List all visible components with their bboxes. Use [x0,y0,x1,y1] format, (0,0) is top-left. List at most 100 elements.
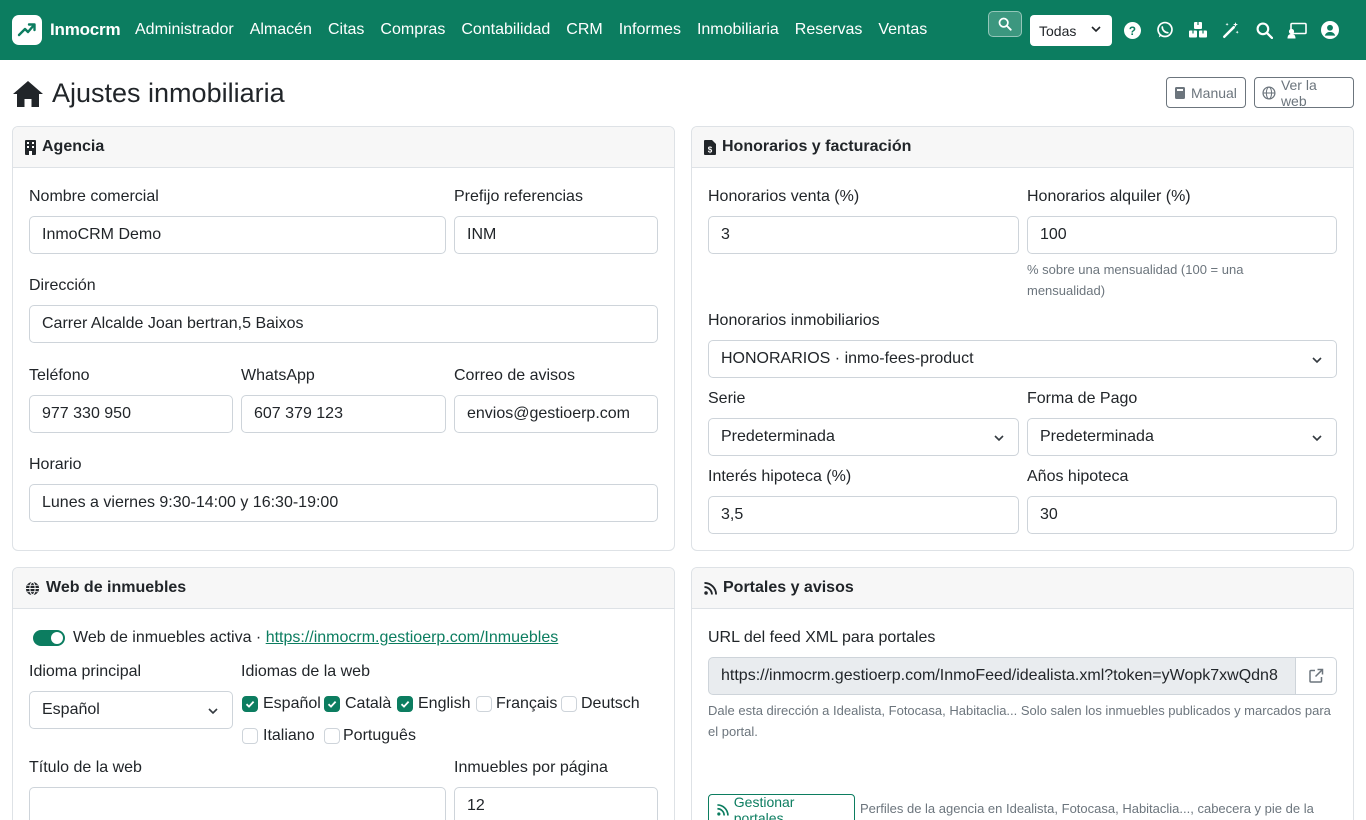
nav-administrador[interactable]: Administrador [127,21,242,39]
venta-value: 3 [721,226,730,243]
honorarios-card: $ Honorarios y facturación Honorarios ve… [691,126,1354,551]
invoice-dollar-icon: $ [704,139,716,155]
lang-ca-checkbox[interactable] [324,696,340,712]
chevron-down-icon [994,435,1004,442]
web-url-link[interactable]: https://inmocrm.gestioerp.com/Inmuebles [266,629,559,646]
nav-crm[interactable]: CRM [558,21,610,39]
lang-de-checkbox[interactable] [561,696,577,712]
prefijo-input[interactable]: INM [454,216,658,254]
nav-compras[interactable]: Compras [372,21,453,39]
venta-input[interactable]: 3 [708,216,1019,254]
idioma-label: Idioma principal [29,663,142,680]
feed-url-input[interactable]: https://inmocrm.gestioerp.com/InmoFeed/i… [708,657,1296,695]
nombre-value: InmoCRM Demo [42,226,162,243]
titulo-web-input[interactable] [29,787,446,820]
lang-en-checkbox[interactable] [397,696,413,712]
serie-label: Serie [708,390,746,407]
magic-wand-icon[interactable] [1221,20,1241,40]
main-menu: Administrador Almacén Citas Compras Cont… [127,0,935,60]
idiomas-label: Idiomas de la web [241,663,370,680]
lang-pt-checkbox[interactable] [324,728,340,744]
lang-pt-label: Português [343,727,416,744]
alquiler-help: % sobre una mensualidad (100 = una mensu… [1027,262,1244,298]
correo-label: Correo de avisos [454,367,575,384]
correo-input[interactable]: envios@gestioerp.com [454,395,658,433]
manual-label: Manual [1191,84,1237,101]
book-icon [1175,86,1185,99]
web-card: Web de inmuebles Web de inmuebles activa… [12,567,675,820]
nav-ventas[interactable]: Ventas [870,21,935,39]
lang-fr-checkbox[interactable] [476,696,492,712]
lang-it-label: Italiano [263,727,315,744]
nav-almacen[interactable]: Almacén [242,21,320,39]
user-circle-icon[interactable] [1320,20,1340,40]
boxes-icon[interactable] [1188,20,1208,40]
forma-pago-value: Predeterminada [1040,428,1154,445]
direccion-value: Carrer Alcalde Joan bertran,5 Baixos [42,315,304,332]
honorarios-card-header: $ Honorarios y facturación [692,127,1353,168]
nav-informes[interactable]: Informes [611,21,689,39]
external-link-icon [1309,668,1324,683]
nombre-input[interactable]: InmoCRM Demo [29,216,446,254]
alquiler-label: Honorarios alquiler (%) [1027,188,1191,205]
company-select-value: Todas [1039,22,1077,39]
check-icon [327,700,337,708]
svg-text:?: ? [1128,24,1135,37]
view-web-label: Ver la web [1280,76,1317,109]
interes-input[interactable]: 3,5 [708,496,1019,534]
feed-label: URL del feed XML para portales [708,629,936,646]
manual-button[interactable]: Manual [1166,77,1246,108]
nombre-label: Nombre comercial [29,188,159,205]
web-active-label: Web de inmuebles activa [73,629,252,646]
direccion-input[interactable]: Carrer Alcalde Joan bertran,5 Baixos [29,305,658,343]
check-icon [400,700,410,708]
trend-up-icon [12,15,42,45]
portales-card: Portales y avisos URL del feed XML para … [691,567,1354,820]
manage-portals-button[interactable]: Gestionar portales [708,794,855,820]
anos-label: Años hipoteca [1027,468,1129,485]
idioma-select[interactable]: Español [29,691,233,729]
lang-it-checkbox[interactable] [242,728,258,744]
whatsapp-icon[interactable] [1155,20,1175,40]
telefono-input[interactable]: 977 330 950 [29,395,233,433]
company-select[interactable]: Todas [1030,15,1112,46]
chevron-down-icon [1312,357,1322,364]
nav-inmobiliaria[interactable]: Inmobiliaria [689,21,787,39]
por-pagina-input[interactable]: 12 [454,787,658,820]
nav-reservas[interactable]: Reservas [787,21,871,39]
alquiler-input[interactable]: 100 [1027,216,1337,254]
telefono-label: Teléfono [29,367,90,384]
producto-select[interactable]: HONORARIOS · inmo-fees-product [708,340,1337,378]
lang-en-label: English [418,695,471,712]
help-icon[interactable]: ? [1122,20,1142,40]
view-web-button[interactable]: Ver la web [1254,76,1354,109]
presentation-user-icon[interactable] [1287,20,1307,40]
lang-es-checkbox[interactable] [242,696,258,712]
prefijo-value: INM [467,226,497,243]
horario-input[interactable]: Lunes a viernes 9:30-14:00 y 16:30-19:00 [29,484,658,522]
serie-select[interactable]: Predeterminada [708,418,1019,456]
chevron-down-icon [1312,435,1322,442]
globe-icon [25,581,40,595]
forma-pago-label: Forma de Pago [1027,390,1138,407]
open-feed-button[interactable] [1295,657,1337,695]
search-icon[interactable] [1254,20,1274,40]
menu-search-button[interactable] [988,11,1022,37]
whatsapp-value: 607 379 123 [254,405,343,422]
forma-pago-select[interactable]: Predeterminada [1027,418,1337,456]
serie-value: Predeterminada [721,428,835,445]
por-pagina-label: Inmuebles por página [454,759,608,776]
agencia-title: Agencia [42,138,105,155]
anos-input[interactable]: 30 [1027,496,1337,534]
globe-icon [1262,85,1276,100]
honorarios-title: Honorarios y facturación [722,138,912,155]
nav-citas[interactable]: Citas [320,21,372,39]
web-active-switch[interactable] [33,630,65,646]
prefijo-label: Prefijo referencias [454,188,583,205]
brand[interactable]: Inmocrm [12,15,121,45]
whatsapp-input[interactable]: 607 379 123 [241,395,446,433]
page-title: Ajustes inmobiliaria [12,78,285,109]
building-icon [25,139,36,155]
nav-contabilidad[interactable]: Contabilidad [453,21,558,39]
rss-icon [717,803,729,816]
